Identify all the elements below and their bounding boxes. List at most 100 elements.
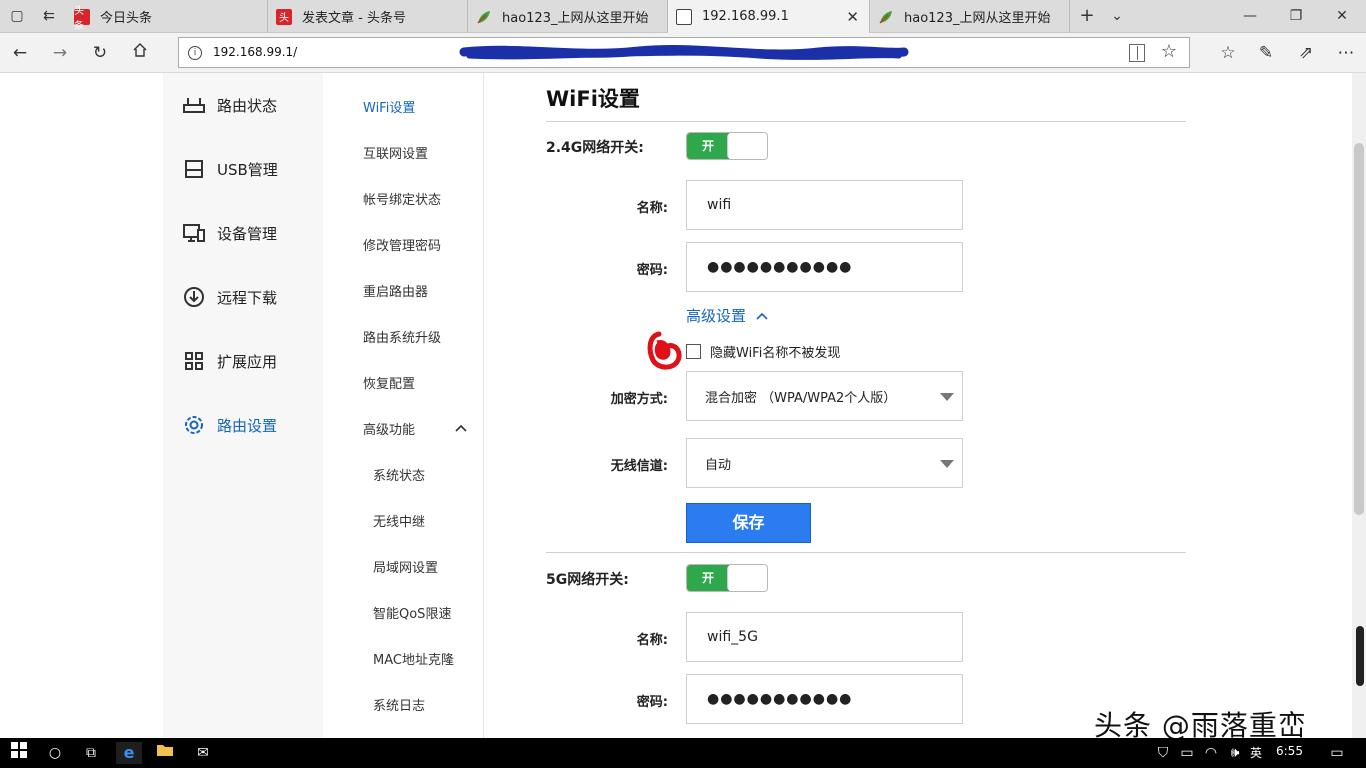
mail-icon[interactable]: ✉: [192, 742, 214, 764]
channel-value: 自动: [705, 457, 732, 473]
subnav-advanced[interactable]: 高级功能: [363, 419, 415, 438]
favorites-hub-icon[interactable]: ☆: [1216, 41, 1240, 65]
favorite-star-icon[interactable]: ☆: [1161, 41, 1177, 62]
close-tab-icon[interactable]: ✕: [846, 8, 859, 26]
subnav-system-log[interactable]: 系统日志: [373, 695, 425, 714]
subnav-wifi-settings[interactable]: WiFi设置: [363, 97, 415, 116]
windows-start-icon[interactable]: [8, 742, 30, 764]
restore-icon[interactable]: ❐: [1282, 4, 1310, 28]
edge-browser-icon[interactable]: e: [116, 742, 142, 764]
taskbar: ○ ⧉ e ✉ ⛉ ▭ ◠ 🕪 英 6:55 ▭: [0, 738, 1366, 768]
share-icon[interactable]: ⇗: [1294, 41, 1318, 65]
advanced-settings-label: 高级设置: [686, 307, 747, 325]
subnav-reboot[interactable]: 重启路由器: [363, 281, 428, 300]
tab-label: 发表文章 - 头条号: [302, 11, 406, 26]
clock[interactable]: 6:55: [1276, 744, 1303, 758]
web-note-pen-icon[interactable]: ✎: [1254, 41, 1278, 65]
band5-switch-label: 5G网络开关:: [546, 572, 629, 588]
toggle-knob: [727, 133, 767, 159]
chevron-up-icon[interactable]: [454, 423, 468, 433]
band5-toggle[interactable]: 开: [686, 564, 768, 592]
subnav-qos[interactable]: 智能QoS限速: [373, 603, 451, 622]
sidebar-item-devices[interactable]: 设备管理: [181, 219, 277, 247]
tab-hao123-1[interactable]: hao123_上网从这里开始: [468, 0, 668, 33]
subnav-mac-clone[interactable]: MAC地址克隆: [373, 649, 454, 668]
divider: [546, 121, 1186, 122]
hide-ssid-checkbox[interactable]: [686, 344, 701, 359]
wifi-icon[interactable]: ◠: [1200, 742, 1222, 764]
sidebar-item-label: 设备管理: [217, 224, 278, 243]
band5-ssid-input[interactable]: wifi_5G: [686, 612, 963, 662]
subnav-lan-settings[interactable]: 局域网设置: [373, 557, 438, 576]
tab-preview-icon[interactable]: ▢: [6, 6, 28, 26]
input-language[interactable]: 英: [1250, 744, 1262, 761]
close-window-icon[interactable]: ✕: [1328, 4, 1356, 28]
set-aside-tabs-icon[interactable]: ⇇: [38, 6, 60, 26]
tab-toutiao[interactable]: 头条 今日头条: [66, 0, 268, 33]
band24-ssid-input[interactable]: wifi: [686, 180, 963, 230]
band24-toggle[interactable]: 开: [686, 132, 768, 160]
toutiao-hao-favicon-icon: 头: [276, 8, 292, 25]
settings-icon: [181, 414, 207, 436]
subnav-system-status[interactable]: 系统状态: [373, 465, 425, 484]
forward-arrow-icon[interactable]: →: [48, 41, 72, 65]
new-tab-button[interactable]: +: [1076, 6, 1098, 26]
band24-password-input[interactable]: ●●●●●●●●●●●: [686, 242, 963, 292]
subnav-restore-config[interactable]: 恢复配置: [363, 373, 415, 392]
security-shield-icon[interactable]: ⛉: [1152, 742, 1174, 764]
channel-label: 无线信道:: [610, 459, 668, 474]
scrollbar-thumb[interactable]: [1354, 143, 1364, 515]
file-explorer-icon[interactable]: [154, 742, 176, 764]
refresh-icon[interactable]: ↻: [88, 41, 112, 65]
chevron-up-icon: [756, 312, 768, 320]
toggle-on-label: 开: [687, 133, 729, 159]
grid-icon: [181, 350, 207, 372]
encryption-label: 加密方式:: [610, 392, 668, 407]
task-view-icon[interactable]: ⧉: [80, 742, 102, 764]
router-icon: [181, 94, 207, 116]
sidebar-item-extensions[interactable]: 扩展应用: [181, 347, 277, 375]
more-menu-icon[interactable]: ⋯: [1334, 41, 1358, 65]
tab-publish-article[interactable]: 头 发表文章 - 头条号: [268, 0, 468, 33]
tab-label: hao123_上网从这里开始: [502, 11, 649, 26]
leaf-favicon-icon: [476, 9, 492, 25]
reading-view-icon[interactable]: [1129, 44, 1145, 62]
battery-icon[interactable]: ▭: [1176, 742, 1198, 764]
tab-label: 192.168.99.1: [702, 9, 789, 24]
hide-ssid-option[interactable]: 隐藏WiFi名称不被发现: [686, 342, 840, 361]
subnav-admin-password[interactable]: 修改管理密码: [363, 235, 441, 254]
subnav-internet-settings[interactable]: 互联网设置: [363, 143, 428, 162]
sidebar-item-router-settings[interactable]: 路由设置: [181, 411, 277, 439]
band24-switch-label: 2.4G网络开关:: [546, 140, 644, 156]
channel-select[interactable]: 自动: [686, 438, 963, 488]
tab-router-admin[interactable]: 192.168.99.1 ✕: [668, 0, 870, 33]
back-arrow-icon[interactable]: ←: [8, 41, 32, 65]
encryption-select[interactable]: 混合加密 （WPA/WPA2个人版）: [686, 371, 963, 421]
sidebar-item-usb[interactable]: USB管理: [181, 155, 278, 183]
band5-name-label: 名称:: [636, 633, 668, 648]
site-info-icon[interactable]: i: [188, 46, 202, 60]
page-title: WiFi设置: [546, 87, 640, 111]
usb-icon: [181, 158, 207, 180]
cortana-search-icon[interactable]: ○: [44, 742, 66, 764]
address-bar[interactable]: i 192.168.99.1/ ☆: [178, 37, 1190, 68]
advanced-settings-link[interactable]: 高级设置: [686, 305, 768, 326]
navigation-bar: ← → ↻ i 192.168.99.1/ ☆ ☆ ✎ ⇗ ⋯: [0, 33, 1366, 73]
page-favicon-icon: [676, 8, 692, 25]
save-button[interactable]: 保存: [686, 503, 811, 543]
tab-hao123-2[interactable]: hao123_上网从这里开始: [870, 0, 1070, 33]
subnav-wireless-repeater[interactable]: 无线中继: [373, 511, 425, 530]
volume-icon[interactable]: 🕪: [1224, 742, 1246, 764]
band5-password-input[interactable]: ●●●●●●●●●●●: [686, 674, 963, 724]
sidebar-item-remote-download[interactable]: 远程下载: [181, 283, 277, 311]
sidebar-item-label: 远程下载: [217, 288, 278, 307]
subnav-firmware-upgrade[interactable]: 路由系统升级: [363, 327, 441, 346]
subnav-account-binding[interactable]: 帐号绑定状态: [363, 189, 441, 208]
tab-list-chevron-icon[interactable]: ⌄: [1106, 6, 1128, 26]
action-center-icon[interactable]: ▭: [1326, 742, 1348, 764]
sidebar-item-router-status[interactable]: 路由状态: [181, 91, 277, 119]
home-icon[interactable]: [128, 41, 152, 65]
band24-name-label: 名称:: [636, 201, 668, 216]
minimize-icon[interactable]: —: [1236, 4, 1264, 28]
sidebar-item-label: 扩展应用: [217, 352, 278, 371]
